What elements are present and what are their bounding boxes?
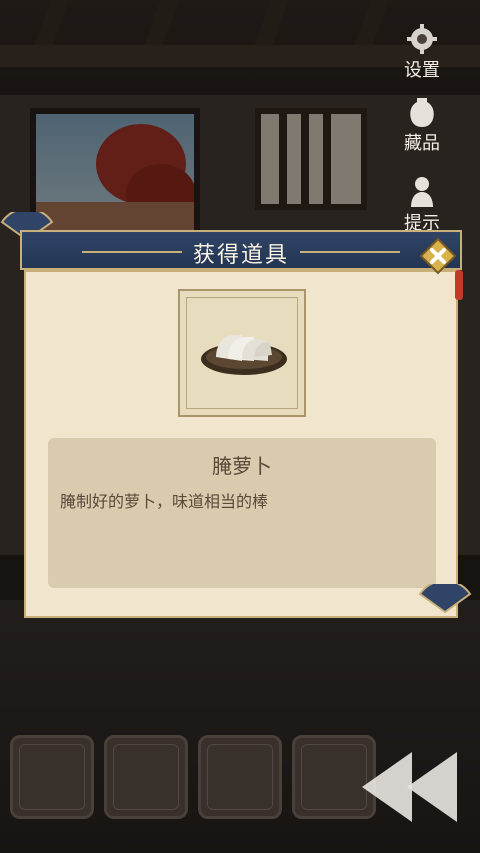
inventory-slot[interactable] <box>10 735 94 819</box>
item-description: 腌制好的萝卜，味道相当的棒 <box>60 492 269 511</box>
item-image-frame <box>178 289 306 417</box>
hint-button[interactable]: 提示 <box>392 175 452 235</box>
close-icon[interactable] <box>418 236 458 276</box>
gear-icon <box>407 24 437 54</box>
slot-border <box>19 744 85 810</box>
collection-label: 藏品 <box>404 133 440 154</box>
inventory-slot[interactable] <box>198 735 282 819</box>
settings-button[interactable]: 设置 <box>392 22 452 82</box>
collection-button[interactable]: 藏品 <box>392 95 452 155</box>
dialog-title: 获得道具 <box>192 243 289 268</box>
item-dialog: 获得道具 腌萝卜 腌制好的萝卜，味道相当的棒 <box>20 230 462 620</box>
inventory-slot[interactable] <box>104 735 188 819</box>
dialog-body: 腌萝卜 腌制好的萝卜，味道相当的棒 <box>24 270 458 618</box>
person-hint-icon <box>411 177 433 207</box>
tassel <box>455 270 463 300</box>
dialog-header: 获得道具 <box>20 230 462 270</box>
settings-label: 设置 <box>404 60 440 81</box>
pickled-radish-icon <box>201 335 287 375</box>
item-name: 腌萝卜 <box>212 454 272 478</box>
item-description-box: 腌萝卜 腌制好的萝卜，味道相当的棒 <box>48 438 436 588</box>
slot-border <box>113 744 179 810</box>
vase-icon <box>410 98 434 127</box>
fan-decoration-icon <box>418 584 472 614</box>
next-page-arrow-icon[interactable] <box>352 742 462 832</box>
slot-border <box>207 744 273 810</box>
